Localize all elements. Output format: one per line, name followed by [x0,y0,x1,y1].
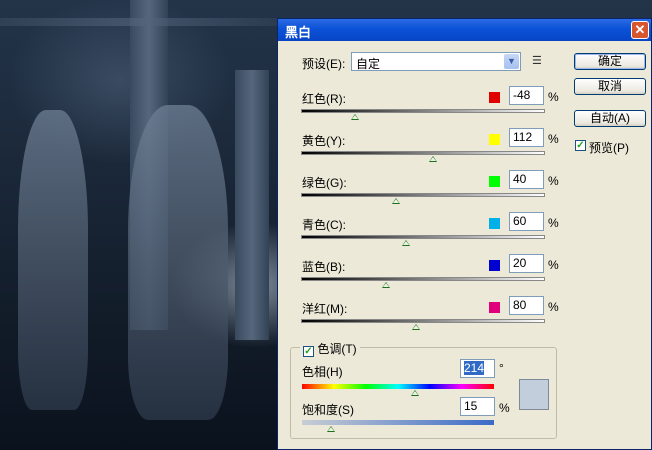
ceiling-beam [0,18,277,26]
saturation-value-field[interactable]: 15 [460,397,495,416]
slider-label: 蓝色(B): [302,260,346,274]
pillar [235,70,269,340]
yellow-value-field[interactable]: 112 [509,128,544,147]
slider-label: 绿色(G): [302,176,347,190]
preview-checkbox[interactable]: ✓ [575,140,586,151]
close-button[interactable]: ✕ [631,21,649,39]
saturation-slider-thumb[interactable] [326,426,335,432]
percent-unit: % [548,174,559,188]
person-figure [18,110,88,410]
hue-slider-thumb[interactable] [411,390,420,396]
hue-label: 色相(H) [302,365,343,379]
list-options-icon[interactable]: ☰ [532,55,546,67]
hue-slider-track[interactable] [302,384,494,389]
cyan-slider-track[interactable] [301,235,545,239]
tint-label: 色调(T) [317,342,357,356]
green-slider-track[interactable] [301,193,545,197]
ok-button[interactable]: 确定 [574,53,646,70]
color-swatch [489,176,500,187]
chevron-down-icon[interactable]: ▼ [504,54,519,69]
person-figure [128,105,228,420]
green-slider-thumb[interactable] [392,198,401,204]
slider-label: 洋红(M): [302,302,348,316]
color-swatch [489,260,500,271]
percent-unit: % [548,132,559,146]
color-swatch [489,302,500,313]
red-slider-track[interactable] [301,109,545,113]
color-swatch [489,134,500,145]
red-value-field[interactable]: -48 [509,86,544,105]
percent-unit: % [499,401,510,415]
color-swatch [489,218,500,229]
auto-button[interactable]: 自动(A) [574,110,646,127]
blue-value-field[interactable]: 20 [509,254,544,273]
blue-slider-track[interactable] [301,277,545,281]
tint-color-preview[interactable] [519,379,549,410]
cyan-slider-thumb[interactable] [401,240,410,246]
slider-label: 黄色(Y): [302,134,346,148]
red-slider-thumb[interactable] [350,114,359,120]
black-white-dialog: 黑白 ✕ 预设(E): 自定 ▼ ☰ 确定 取消 自动(A) ✓ 预览(P) 红… [277,18,652,450]
percent-unit: % [548,90,559,104]
saturation-label: 饱和度(S) [302,403,354,417]
green-value-field[interactable]: 40 [509,170,544,189]
cancel-button[interactable]: 取消 [574,78,646,95]
tint-legend: ✓ 色调(T) [300,340,360,357]
cyan-value-field[interactable]: 60 [509,212,544,231]
preset-value: 自定 [356,57,381,71]
slider-label: 红色(R): [302,92,346,106]
blue-slider-thumb[interactable] [382,282,391,288]
yellow-slider-thumb[interactable] [428,156,437,162]
percent-unit: % [548,216,559,230]
magenta-value-field[interactable]: 80 [509,296,544,315]
title-bar[interactable]: 黑白 ✕ [278,19,651,41]
hue-value: 214 [464,361,485,375]
window-title: 黑白 [285,25,312,40]
percent-unit: % [548,258,559,272]
color-swatch [489,92,500,103]
yellow-slider-track[interactable] [301,151,545,155]
degree-unit: ° [499,361,504,375]
saturation-slider-track[interactable] [302,420,494,425]
hue-value-field[interactable]: 214 [460,359,495,378]
magenta-slider-track[interactable] [301,319,545,323]
slider-label: 青色(C): [302,218,346,232]
preview-label: 预览(P) [589,141,629,155]
magenta-slider-thumb[interactable] [411,324,420,330]
preset-select[interactable]: 自定 ▼ [351,52,521,71]
tint-checkbox[interactable]: ✓ [303,346,314,357]
preset-label: 预设(E): [302,57,346,71]
percent-unit: % [548,300,559,314]
